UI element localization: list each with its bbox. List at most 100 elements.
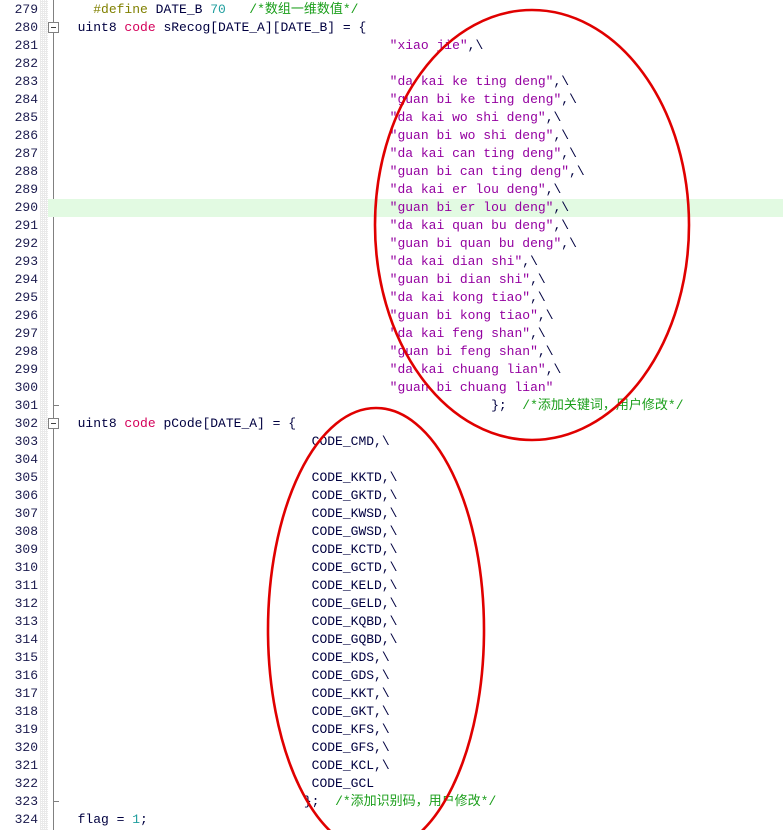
code-line[interactable]: CODE_KKTD,\ [62, 469, 783, 487]
code-line-text: CODE_KCL,\ [62, 758, 390, 773]
code-token: "da kai can ting deng" [389, 146, 562, 161]
line-number: 297 [14, 326, 38, 341]
line-number: 289 [14, 182, 38, 197]
code-token: ,\ [545, 110, 562, 125]
code-line[interactable]: "da kai can ting deng",\ [62, 145, 783, 163]
code-line[interactable]: flag = 1; [62, 811, 783, 829]
code-line-text: uint8 code pCode[DATE_A] = { [62, 416, 296, 431]
code-line[interactable]: CODE_KDS,\ [62, 649, 783, 667]
code-line[interactable]: "xiao jie",\ [62, 37, 783, 55]
code-folding-column[interactable] [48, 0, 62, 830]
code-token: ,\ [467, 38, 484, 53]
code-line[interactable] [62, 451, 783, 469]
code-line-text: "guan bi dian shi",\ [62, 272, 546, 287]
fold-collapse-icon[interactable] [48, 22, 59, 33]
code-line[interactable]: CODE_KCL,\ [62, 757, 783, 775]
line-number: 292 [14, 236, 38, 251]
code-line[interactable]: "da kai wo shi deng",\ [62, 109, 783, 127]
code-line[interactable]: "da kai dian shi",\ [62, 253, 783, 271]
code-line-text: "xiao jie",\ [62, 38, 484, 53]
code-line[interactable]: CODE_GELD,\ [62, 595, 783, 613]
code-line[interactable]: "guan bi feng shan",\ [62, 343, 783, 361]
code-token: CODE_KCL,\ [311, 758, 390, 773]
code-line[interactable]: "da kai er lou deng",\ [62, 181, 783, 199]
code-line-text: CODE_GCL [62, 776, 374, 791]
code-line[interactable]: CODE_GCTD,\ [62, 559, 783, 577]
line-number: 320 [14, 740, 38, 755]
code-line[interactable]: "da kai quan bu deng",\ [62, 217, 783, 235]
code-token: ,\ [553, 218, 570, 233]
code-line[interactable]: CODE_KQBD,\ [62, 613, 783, 631]
code-line[interactable]: "guan bi dian shi",\ [62, 271, 783, 289]
code-token: }; [491, 398, 523, 413]
code-line-text: "guan bi feng shan",\ [62, 344, 554, 359]
code-line-text: "da kai dian shi",\ [62, 254, 538, 269]
fold-collapse-icon[interactable] [48, 418, 59, 429]
line-number: 305 [14, 470, 38, 485]
code-line[interactable]: "guan bi kong tiao",\ [62, 307, 783, 325]
code-line[interactable]: "da kai feng shan",\ [62, 325, 783, 343]
fold-guide-line [53, 0, 54, 830]
code-editor-view[interactable]: 279 280 281 282 283 284 285 286 287 288 289 290 291 2… [0, 0, 783, 830]
code-line[interactable]: "da kai ke ting deng",\ [62, 73, 783, 91]
code-line[interactable]: #define DATE_B 70 /*数组一维数值*/ [62, 1, 783, 19]
code-line-text: CODE_GELD,\ [62, 596, 398, 611]
fold-branch-icon [53, 801, 59, 802]
line-number: 286 [14, 128, 38, 143]
code-line[interactable]: CODE_GQBD,\ [62, 631, 783, 649]
code-line[interactable]: CODE_GFS,\ [62, 739, 783, 757]
code-line[interactable]: CODE_KWSD,\ [62, 505, 783, 523]
line-number: 308 [14, 524, 38, 539]
code-line[interactable]: CODE_KKT,\ [62, 685, 783, 703]
code-line-text: "guan bi ke ting deng",\ [62, 92, 577, 107]
line-number: 281 [14, 38, 38, 53]
code-line[interactable]: CODE_KELD,\ [62, 577, 783, 595]
code-line[interactable]: uint8 code sRecog[DATE_A][DATE_B] = { [62, 19, 783, 37]
line-number: 315 [14, 650, 38, 665]
code-token: flag = [77, 812, 133, 827]
code-line[interactable]: "guan bi chuang lian" [62, 379, 783, 397]
code-line[interactable]: "guan bi can ting deng",\ [62, 163, 783, 181]
code-line[interactable]: "guan bi ke ting deng",\ [62, 91, 783, 109]
code-line[interactable]: CODE_GCL [62, 775, 783, 793]
code-line-text: CODE_KWSD,\ [62, 506, 398, 521]
code-line-text: "guan bi wo shi deng",\ [62, 128, 569, 143]
code-line[interactable]: "da kai kong tiao",\ [62, 289, 783, 307]
code-token: code [124, 416, 164, 431]
code-token: ,\ [522, 254, 538, 269]
code-line-text: "guan bi quan bu deng",\ [62, 236, 577, 251]
code-line-text: "da kai er lou deng",\ [62, 182, 562, 197]
code-line[interactable] [62, 55, 783, 73]
code-token: ,\ [553, 74, 570, 89]
code-content-area[interactable]: #define DATE_B 70 /*数组一维数值*/ uint8 code … [62, 0, 783, 830]
code-line[interactable]: }; /*添加识别码，用户修改*/ [62, 793, 783, 811]
line-number: 302 [14, 416, 38, 431]
code-line[interactable]: CODE_KCTD,\ [62, 541, 783, 559]
code-line[interactable]: CODE_KFS,\ [62, 721, 783, 739]
code-line[interactable]: "guan bi wo shi deng",\ [62, 127, 783, 145]
code-line[interactable]: CODE_CMD,\ [62, 433, 783, 451]
code-token: ,\ [530, 272, 546, 287]
code-line[interactable]: CODE_GDS,\ [62, 667, 783, 685]
line-number: 294 [14, 272, 38, 287]
code-line[interactable]: "da kai chuang lian",\ [62, 361, 783, 379]
code-line-text: CODE_KDS,\ [62, 650, 390, 665]
code-line[interactable]: "guan bi quan bu deng",\ [62, 235, 783, 253]
code-line[interactable]: CODE_GWSD,\ [62, 523, 783, 541]
line-number: 280 [14, 20, 38, 35]
code-line[interactable]: CODE_GKTD,\ [62, 487, 783, 505]
code-line[interactable]: CODE_GKT,\ [62, 703, 783, 721]
code-line[interactable]: }; /*添加关键词，用户修改*/ [62, 397, 783, 415]
code-line[interactable]: uint8 code pCode[DATE_A] = { [62, 415, 783, 433]
